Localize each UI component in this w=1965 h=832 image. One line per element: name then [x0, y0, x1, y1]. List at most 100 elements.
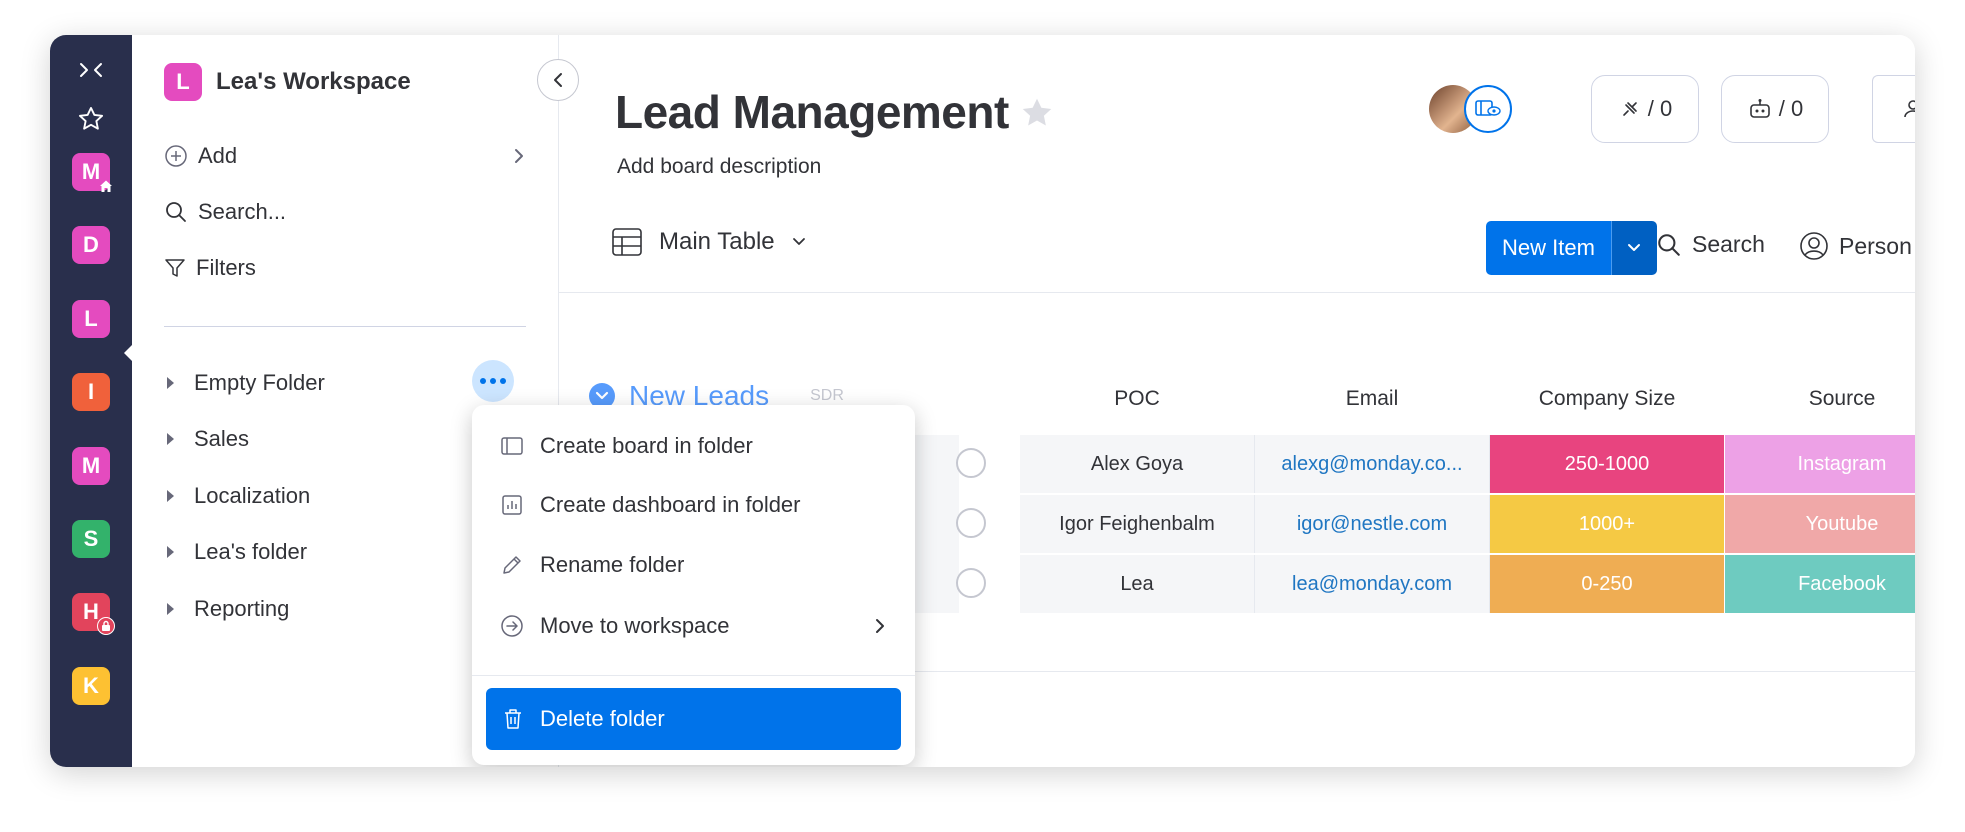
menu-item-label: Create board in folder — [540, 433, 753, 458]
favorite-star-icon[interactable] — [1019, 95, 1055, 136]
folder-label: Localization — [194, 483, 311, 508]
table-icon — [612, 228, 642, 256]
lock-icon — [97, 617, 115, 635]
workspace-letter: K — [83, 673, 99, 698]
filter-icon — [165, 259, 185, 277]
menu-item-label: Rename folder — [540, 552, 685, 577]
workspace-name: Lea's Workspace — [216, 68, 411, 95]
search-label: Search — [1692, 231, 1765, 257]
folder-label: Sales — [194, 426, 250, 451]
board-members-avatars[interactable] — [1429, 85, 1513, 135]
source-cell[interactable]: Facebook — [1725, 555, 1915, 613]
menu-item-create-board[interactable]: Create board in folder — [500, 420, 887, 472]
integrations-count: / 0 — [1647, 96, 1673, 121]
company-size-cell[interactable]: 1000+ — [1490, 495, 1724, 553]
workspace-letter: I — [87, 379, 95, 404]
folder-item[interactable]: Lea's folder — [167, 539, 307, 565]
board-search-button[interactable]: Search — [1656, 231, 1765, 258]
column-header-email[interactable]: Email — [1255, 387, 1489, 411]
person-label: Person — [1839, 232, 1912, 259]
members-button[interactable]: / 1 — [1872, 75, 1915, 143]
pencil-icon — [503, 556, 521, 574]
email-cell[interactable]: lea@monday.com — [1255, 555, 1490, 613]
people-icon — [1904, 100, 1915, 118]
menu-item-delete-folder[interactable]: Delete folder — [486, 688, 901, 750]
board-title[interactable]: Lead Management — [615, 85, 1009, 139]
robot-icon — [1749, 99, 1770, 118]
workspace-icon-m[interactable]: M — [72, 447, 110, 485]
source-cell[interactable]: Instagram — [1725, 435, 1915, 493]
new-item-label[interactable]: New Item — [1486, 221, 1611, 275]
dot — [500, 378, 506, 384]
chevron-down-icon — [792, 238, 805, 245]
row-checkbox[interactable] — [956, 448, 986, 478]
folder-item[interactable]: Reporting — [167, 596, 289, 622]
new-item-button[interactable]: New Item — [1486, 221, 1657, 275]
menu-item-rename-folder[interactable]: Rename folder — [500, 539, 887, 591]
dashboard-icon — [502, 495, 522, 515]
column-header-company-size[interactable]: Company Size — [1490, 387, 1724, 411]
column-header-poc[interactable]: POC — [1020, 387, 1254, 411]
plug-icon — [1622, 102, 1637, 116]
left-rail: M D L I M S H K — [50, 35, 133, 767]
automations-button[interactable]: / 0 — [1721, 75, 1829, 143]
add-label: Add — [198, 143, 238, 168]
search-icon — [1658, 233, 1680, 256]
company-size-cell[interactable]: 250-1000 — [1490, 435, 1724, 493]
row-checkbox[interactable] — [956, 568, 986, 598]
chevron-right-icon — [876, 619, 884, 633]
chevron-right-icon — [515, 149, 523, 163]
workspace-search[interactable]: Search... — [164, 199, 286, 225]
menu-item-label: Move to workspace — [540, 613, 730, 638]
row-checkbox[interactable] — [956, 508, 986, 538]
source-cell[interactable]: Youtube — [1725, 495, 1915, 553]
person-filter-button[interactable]: Person — [1799, 231, 1915, 261]
menu-item-move-to-workspace[interactable]: Move to workspace — [500, 600, 887, 652]
workspace-letter: S — [83, 526, 99, 551]
workspace-icon-i[interactable]: I — [72, 373, 110, 411]
integrations-button[interactable]: / 0 — [1591, 75, 1699, 143]
email-cell[interactable]: alexg@monday.co... — [1255, 435, 1490, 493]
poc-cell[interactable]: Igor Feighenbalm — [1020, 495, 1255, 553]
folder-label: Lea's folder — [194, 539, 308, 564]
workspace-icon-l-active[interactable]: L — [72, 300, 110, 338]
dot — [480, 378, 486, 384]
trash-icon — [505, 709, 521, 729]
workspace-icon-m-home[interactable]: M — [72, 153, 112, 192]
column-header-source[interactable]: Source — [1725, 387, 1915, 411]
workspace-icon-s[interactable]: S — [72, 520, 110, 558]
favorites-star-icon[interactable] — [71, 99, 111, 139]
folder-options-button[interactable] — [472, 360, 514, 402]
expand-collapse-icon[interactable] — [71, 50, 111, 90]
email-cell[interactable]: igor@nestle.com — [1255, 495, 1490, 553]
chevron-down-icon — [1628, 244, 1641, 251]
plus-circle-icon — [165, 145, 187, 167]
search-placeholder: Search... — [198, 199, 287, 224]
app-window: M D L I M S H K L Lea's Workspace Add Se… — [50, 35, 1915, 767]
company-size-cell[interactable]: 0-250 — [1490, 555, 1724, 613]
menu-item-create-dashboard[interactable]: Create dashboard in folder — [500, 479, 887, 531]
workspace-icon-d[interactable]: D — [72, 226, 110, 264]
filters-label: Filters — [196, 255, 256, 280]
poc-cell[interactable]: Lea — [1020, 555, 1255, 613]
workspace-icon-h-locked[interactable]: H — [72, 593, 115, 635]
workspace-header[interactable]: L Lea's Workspace — [164, 63, 411, 101]
folder-label: Reporting — [194, 596, 290, 621]
folder-item[interactable]: Empty Folder — [167, 370, 325, 396]
folder-label: Empty Folder — [194, 370, 325, 395]
board-icon — [501, 437, 523, 455]
folder-context-menu: Create board in folder Create dashboard … — [472, 405, 915, 765]
arrow-circle-icon — [501, 615, 523, 637]
new-item-dropdown[interactable] — [1610, 221, 1657, 275]
workspace-icon-k[interactable]: K — [72, 667, 110, 705]
add-button[interactable]: Add — [164, 143, 526, 169]
tab-main-table[interactable]: Main Table — [611, 227, 807, 257]
folder-item[interactable]: Sales — [167, 426, 249, 452]
collapse-sidebar-button[interactable] — [537, 59, 579, 101]
menu-divider — [472, 675, 915, 676]
folder-item[interactable]: Localization — [167, 483, 310, 509]
filters-button[interactable]: Filters — [164, 255, 256, 281]
poc-cell[interactable]: Alex Goya — [1020, 435, 1255, 493]
menu-item-label: Create dashboard in folder — [540, 492, 801, 517]
board-description[interactable]: Add board description — [617, 155, 821, 179]
